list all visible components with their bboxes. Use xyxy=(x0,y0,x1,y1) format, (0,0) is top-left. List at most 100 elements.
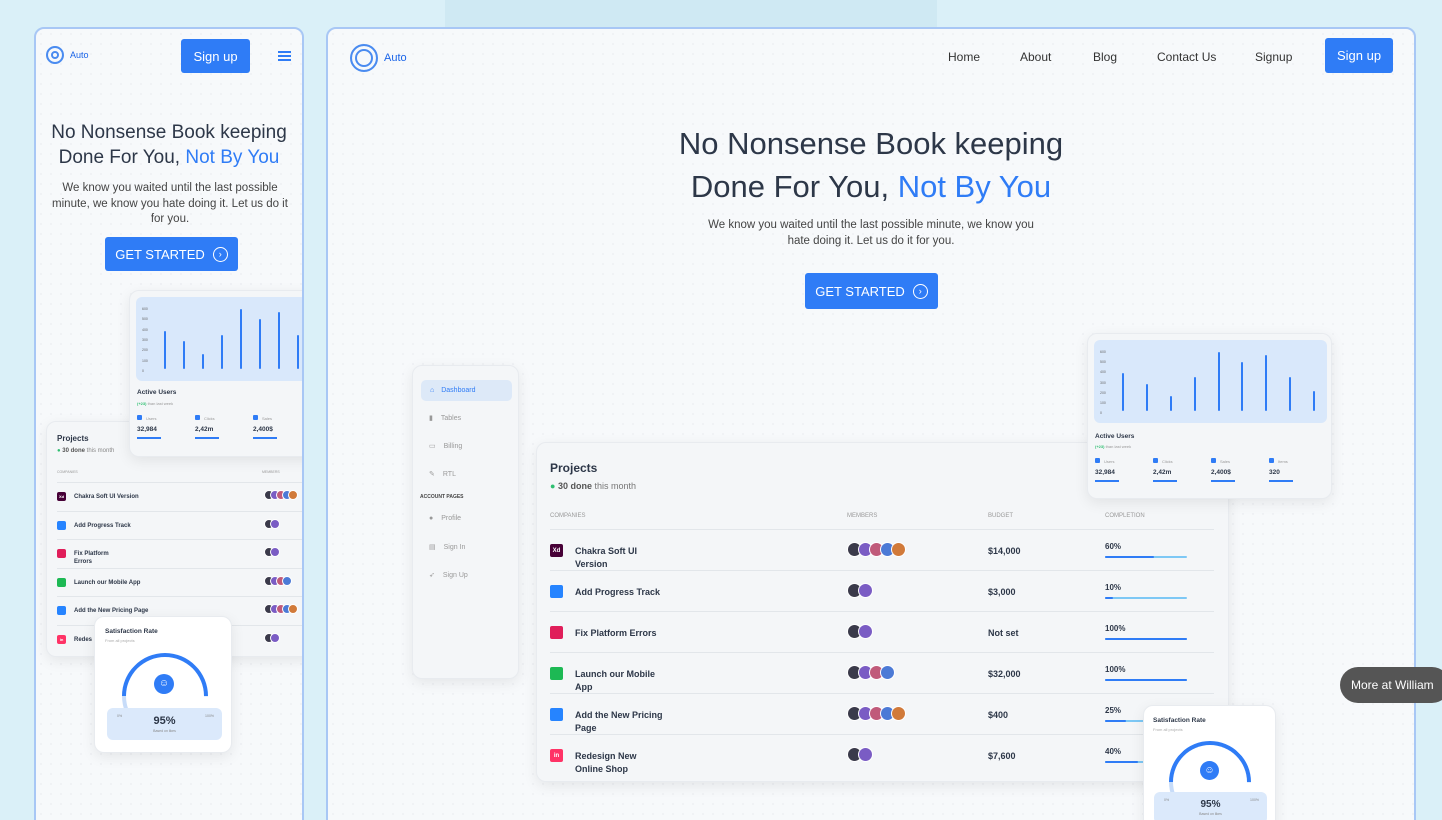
stat-label: Sales xyxy=(1211,458,1230,464)
table-row[interactable]: Add Progress Track $3,000 10% xyxy=(550,570,1214,611)
table-row[interactable]: Xd Chakra Soft UI Version xyxy=(57,482,302,510)
hamburger-menu-icon[interactable] xyxy=(278,51,291,61)
wallet-icon xyxy=(1095,458,1100,463)
table-row[interactable]: Launch our Mobile App xyxy=(57,567,302,596)
completion-value: 10% xyxy=(1105,583,1122,592)
hero-title-plain: Done For You, xyxy=(58,147,186,168)
avatar[interactable] xyxy=(282,575,292,586)
company-name: Chakra Soft UI Version xyxy=(74,494,139,500)
table-row[interactable]: Add the New Pricing Page $400 25% xyxy=(550,693,1214,734)
avatar[interactable] xyxy=(288,490,298,500)
stat-label-text: Clicks xyxy=(204,416,215,421)
nav-home[interactable]: Home xyxy=(948,50,980,64)
sidebar-item-sign-up[interactable]: ➶ Sign Up xyxy=(429,571,468,580)
avatar[interactable] xyxy=(891,542,906,557)
sidebar-item-label: Billing xyxy=(443,442,463,450)
avatar[interactable] xyxy=(858,624,873,639)
brand-logo[interactable]: Auto xyxy=(350,44,407,72)
completion-value: 40% xyxy=(1105,747,1122,756)
smile-icon: ☺ xyxy=(1200,761,1219,780)
header-companies: COMPANIES xyxy=(550,513,586,519)
avatar[interactable] xyxy=(880,665,895,680)
get-started-button[interactable]: GET STARTED › xyxy=(105,237,238,271)
avatar[interactable] xyxy=(270,518,280,529)
signup-button[interactable]: Sign up xyxy=(181,39,250,73)
nav-contact-us[interactable]: Contact Us xyxy=(1157,50,1216,64)
get-started-label: GET STARTED xyxy=(815,283,905,299)
y-tick-label: 400 xyxy=(142,327,148,332)
nav-blog[interactable]: Blog xyxy=(1093,50,1117,64)
avatar[interactable] xyxy=(891,706,906,721)
avatar[interactable] xyxy=(858,747,873,762)
stat-label-text: Sales xyxy=(1220,459,1231,464)
hero-title-accent: Not By You xyxy=(897,169,1052,204)
sidebar-item-profile[interactable]: ● Profile xyxy=(429,515,461,522)
brand-logo[interactable]: Auto xyxy=(46,46,89,64)
brand-name: Auto xyxy=(384,52,407,64)
active-users-bar xyxy=(1145,383,1148,411)
sidebar-item-dashboard[interactable]: ⌂ Dashboard xyxy=(421,380,512,401)
active-users-chart: 600 500 400 300 200 100 0 xyxy=(1094,340,1327,423)
y-tick-label: 600 xyxy=(142,307,148,311)
table-row[interactable]: Xd Chakra Soft UI Version $14,000 60% xyxy=(550,529,1214,570)
sidebar-item-label: Profile xyxy=(441,515,462,522)
sidebar-item-label: Tables xyxy=(440,414,462,422)
xd-icon: Xd xyxy=(550,544,563,557)
avatar[interactable] xyxy=(270,547,280,557)
sidebar-item-rtl[interactable]: ✎ RTL xyxy=(429,470,456,479)
nav-about[interactable]: About xyxy=(1020,50,1051,64)
completion-value: 100% xyxy=(1105,624,1126,633)
header-companies: COMPANIES xyxy=(57,470,78,474)
sidebar-item-sign-in[interactable]: ▤ Sign In xyxy=(429,543,465,552)
completion-value: 25% xyxy=(1105,706,1122,715)
active-users-bar xyxy=(1313,390,1315,411)
get-started-button[interactable]: GET STARTED › xyxy=(805,273,938,309)
active-users-card: 600 500 400 300 200 100 0 Active Users (+23) t… xyxy=(1087,333,1332,499)
member-avatars xyxy=(847,542,906,557)
active-users-bar xyxy=(183,341,185,369)
company-name: Add Progress Track xyxy=(575,587,661,597)
active-users-bar xyxy=(259,319,261,369)
hero-title: No Nonsense Book keeping Done For You, N… xyxy=(36,120,302,170)
active-users-bar xyxy=(1193,377,1196,411)
y-tick-label: 500 xyxy=(1100,360,1106,365)
active-users-change: (+23) than last week xyxy=(1095,444,1132,449)
table-row[interactable]: Fix Platform Errors xyxy=(57,539,302,567)
logo-icon xyxy=(350,44,378,72)
avatar[interactable] xyxy=(858,583,873,598)
active-users-chart: 600 500 400 300 200 100 0 xyxy=(136,297,302,381)
avatar[interactable] xyxy=(270,632,280,643)
stat-label-text: Sales xyxy=(262,416,273,421)
signup-button[interactable]: Sign up xyxy=(1325,38,1393,73)
stat-label-text: Items xyxy=(1278,459,1288,464)
company-name: Launch our Mobile App xyxy=(575,669,655,692)
company-name: Chakra Soft UI Version xyxy=(575,546,638,569)
member-avatars xyxy=(264,604,298,614)
completion-bar-fill xyxy=(1105,679,1187,681)
satisfaction-card-mobile: Satisfaction Rate From all projects ☺ 0%… xyxy=(94,616,232,757)
hero-subtitle: We know you waited until the last possib… xyxy=(708,219,1034,247)
company-name: Launch our Mobile App xyxy=(74,579,141,586)
table-row[interactable]: Launch our Mobile App $32,000 100% xyxy=(550,652,1214,693)
budget-value: $32,000 xyxy=(988,669,1021,679)
member-avatars xyxy=(847,624,873,639)
stat-value: 2,400$ xyxy=(253,426,273,433)
more-tooltip[interactable]: More at William xyxy=(1340,667,1442,703)
xd-icon: Xd xyxy=(57,492,66,501)
invision-icon: in xyxy=(57,634,66,644)
slack-icon xyxy=(550,626,563,639)
check-circle-icon: ● xyxy=(550,481,556,491)
active-users-bar xyxy=(221,334,223,369)
table-row[interactable]: Fix Platform Errors Not set 100% xyxy=(550,611,1214,652)
wrench-icon: ✎ xyxy=(429,471,435,478)
sidebar-item-tables[interactable]: ▮ Tables xyxy=(429,414,462,423)
spotify-icon xyxy=(550,667,563,680)
table-row[interactable]: in Redesign New Online Shop $7,600 40% xyxy=(550,734,1214,775)
table-row[interactable]: Add Progress Track xyxy=(57,510,302,539)
nav-signup[interactable]: Signup xyxy=(1255,50,1292,64)
stat-progress xyxy=(195,437,219,439)
sidebar-item-billing[interactable]: ▭ Billing xyxy=(429,442,463,451)
sidebar-item-label: Dashboard xyxy=(441,387,476,394)
active-users-bar xyxy=(202,353,204,369)
avatar[interactable] xyxy=(288,604,298,614)
